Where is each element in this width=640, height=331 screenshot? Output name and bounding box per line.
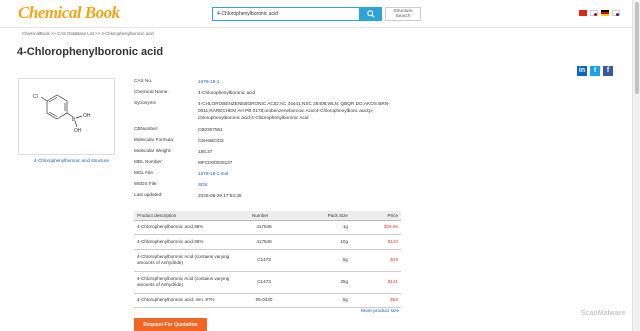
pack-size: 1g [279,220,351,235]
col-header: Number [249,211,279,221]
search-bar: Structure Search [212,7,421,21]
scrollbar-thumb[interactable] [635,2,639,94]
page-title: 4-Chlorophenylboronic acid [17,46,164,58]
facebook-icon[interactable]: f [603,66,613,76]
site-logo[interactable]: Chemical Book [18,3,120,23]
breadcrumb-separator: >> [50,31,56,36]
table-row: 4-Chlorophenylboronic acid,95% 417548 10… [134,234,401,250]
search-button[interactable] [360,7,382,21]
prop-label: CAS No. [134,78,153,83]
price[interactable]: $49 [351,249,401,272]
prop-value: CB0307561 [198,127,223,132]
table-row: 4-Chlorophenylboronic Acid (contains var… [134,249,401,272]
breadcrumb-current: 4-Chlorophenylboronic acid [101,31,154,36]
search-input[interactable] [212,7,360,21]
breadcrumb: ChemicalBook >> CAS DataBase List >> 4-C… [22,31,154,36]
social-share: in t f [577,66,613,76]
pack-size: 5g [279,249,351,272]
product-desc: 4-Chlorophenylboronic Acid (contains var… [134,249,249,272]
scrollbar[interactable] [632,0,640,331]
molecule-drawing: Cl B OH OH [33,94,91,134]
product-desc: 4-Chlorophenylboronic Acid (contains var… [134,271,249,294]
prop-value: 156.37 [198,149,213,154]
prop-label: CBNumber: [134,126,159,131]
product-table: Product description Number Pack Size Pri… [134,211,401,308]
more-product-size-link[interactable]: More product size [361,309,399,314]
col-header: Product description [134,211,249,221]
pack-size: 5g [279,293,351,308]
breadcrumb-cas-list[interactable]: CAS DataBase List [57,31,94,36]
product-desc: 4-Chlorophenylboronic acid,95% [134,234,249,250]
prop-label: MSDS File: [134,181,158,186]
product-desc: 4-Chlorophenylboronic acid, min. 97% [134,293,249,308]
product-number: 417548 [249,220,279,235]
pack-size: 10g [279,234,351,250]
prop-value: MFCD00039137 [198,160,233,165]
atom-label: Cl [33,94,38,100]
col-header: Price [351,211,401,221]
language-flags [579,10,620,16]
breadcrumb-home[interactable]: ChemicalBook [22,31,50,36]
prop-label: MOL File: [134,170,155,175]
search-icon [367,10,375,18]
flag-de-icon[interactable] [601,10,609,16]
prop-label: Chemical Name: [134,89,169,94]
product-number: C1473 [249,249,279,272]
col-header: Pack Size [279,211,351,221]
atom-label: OH [83,113,91,119]
flag-jp-icon[interactable] [590,10,598,16]
breadcrumb-separator: >> [95,31,101,36]
prop-value: 2025-08-29 17:52:26 [198,193,242,198]
prop-value: C6H6BClO2 [198,138,224,143]
table-row: 4-Chlorophenylboronic Acid (contains var… [134,271,401,294]
table-header-row: Product description Number Pack Size Pri… [134,211,401,221]
prop-label: Last updated: [134,192,163,197]
watermark: ScanMalware [581,310,626,317]
price[interactable]: $123 [351,234,401,250]
prop-label: Molecular Formula: [134,137,175,142]
structure-image[interactable]: Cl B OH OH [18,78,115,155]
price[interactable]: $141 [351,271,401,294]
prop-value: 4-Chlorophenylboronic acid [198,90,256,95]
flag-kr-icon[interactable] [612,10,620,16]
product-number: 417548 [249,234,279,250]
prop-label: Synonyms [134,100,156,105]
sds-link[interactable]: SDS [198,181,404,188]
price[interactable]: $56 [351,293,401,308]
prop-value: 4-CHLOROBENZENEBORONIC ACID;AC 34441;NSC… [198,101,390,120]
flag-cn-icon[interactable] [579,10,587,16]
product-number: 05-0430 [249,293,279,308]
linkedin-icon[interactable]: in [577,66,587,76]
table-row: 4-Chlorophenylboronic acid, min. 97% 05-… [134,293,401,308]
product-desc: 4-Chlorophenylboronic acid,95% [134,220,249,235]
product-number: C1473 [249,271,279,294]
structure-caption[interactable]: 4-Chlorophenylboronic acid structure [34,158,109,163]
pack-size: 25g [279,271,351,294]
prop-label: MDL Number: [134,159,163,164]
price[interactable]: $29.65 [351,220,401,235]
atom-label: OH [74,128,82,134]
prop-label: Molecular Weight: [134,148,172,153]
request-quotation-button[interactable]: Request For Quotation [134,318,207,331]
structure-search-button[interactable]: Structure Search [385,7,421,21]
cas-link[interactable]: 1679-18-1 [198,78,404,85]
table-row: 4-Chlorophenylboronic acid,95% 417548 1g… [134,220,401,235]
twitter-icon[interactable]: t [590,66,600,76]
mol-file-link[interactable]: 1679-18-1.mol [198,170,404,177]
header: Chemical Book Structure Search [0,0,632,28]
